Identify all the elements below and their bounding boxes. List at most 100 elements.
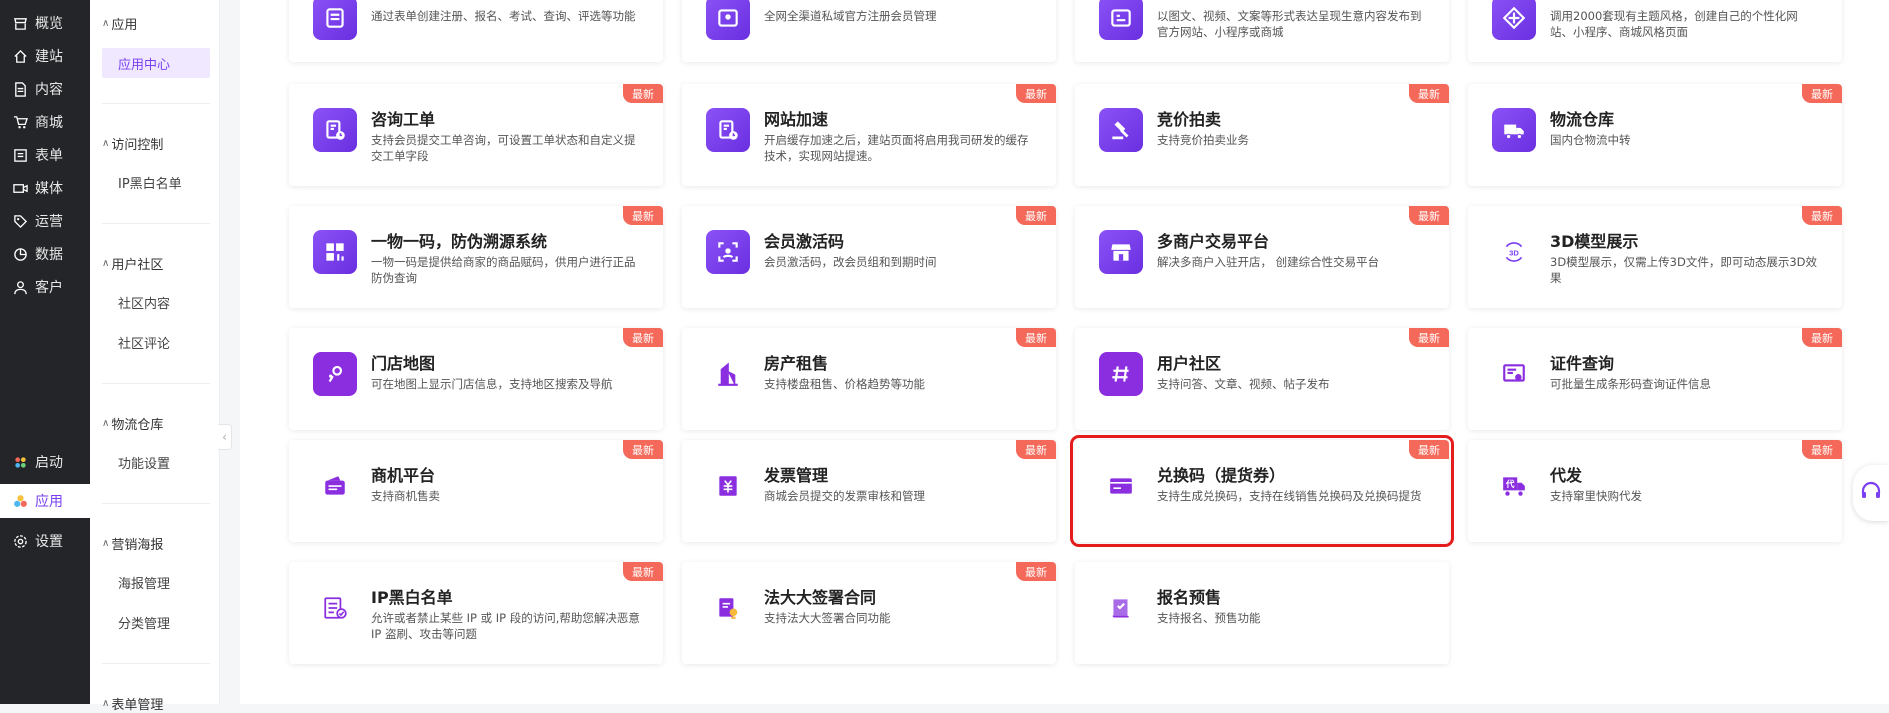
submenu-group[interactable]: ∧ 营销海报	[102, 534, 163, 553]
nav-item-form[interactable]: 表单	[0, 138, 90, 172]
app-card-fadada-contract[interactable]: 最新 法大大签署合同 支持法大大签署合同功能	[682, 562, 1056, 664]
form-icon	[313, 0, 357, 40]
nav-label: 表单	[35, 148, 63, 164]
card-description: 通过表单创建注册、报名、考试、查询、评选等功能	[371, 9, 636, 23]
nav-item-overview[interactable]: 概览	[0, 6, 90, 40]
delivery-icon: 代	[1492, 464, 1536, 508]
app-card[interactable]: 通过表单创建注册、报名、考试、查询、评选等功能	[289, 0, 663, 62]
customer-service-button[interactable]	[1853, 465, 1889, 521]
card-title: 会员激活码	[764, 232, 845, 251]
card-description: 3D模型展示，仅需上传3D文件，即可动态展示3D效果	[1550, 255, 1818, 285]
shop-icon	[1099, 230, 1143, 274]
card-description: 可批量生成条形码查询证件信息	[1550, 377, 1711, 391]
nav-label: 应用	[35, 494, 63, 510]
nav-label: 启动	[35, 455, 63, 471]
nav-item-launch[interactable]: 启动	[0, 445, 90, 479]
speed-icon	[706, 108, 750, 152]
sub-menu: ∧ 应用 应用中心 ∧ 访问控制 IP黑白名单 ∧ 用户社区 社区内容 社区评论 ∧ 物…	[90, 0, 220, 713]
submenu-group[interactable]: ∧ 物流仓库	[102, 414, 163, 433]
nav-label: 媒体	[35, 181, 63, 197]
submenu-item-category-manage[interactable]: 分类管理	[102, 607, 210, 637]
card-description: 商城会员提交的发票审核和管理	[764, 489, 925, 503]
card-description: 支持会员提交工单咨询，可设置工单状态和自定义提交工单字段	[371, 133, 636, 163]
app-card-store-map[interactable]: 最新 门店地图 可在地图上显示门店信息，支持地区搜索及导航	[289, 328, 663, 430]
nav-item-operation[interactable]: 运营	[0, 204, 90, 238]
submenu-item-function-settings[interactable]: 功能设置	[102, 447, 210, 477]
card-description: 支持竞价拍卖业务	[1157, 133, 1249, 147]
nav-item-mall[interactable]: 商城	[0, 105, 90, 139]
app-card-auction[interactable]: 最新 竞价拍卖 支持竞价拍卖业务	[1075, 84, 1449, 186]
card-title: 房产租售	[764, 354, 829, 373]
nav-label: 内容	[35, 82, 63, 98]
collapse-sidebar-button[interactable]: ‹	[218, 424, 232, 450]
app-card-business-opportunity[interactable]: 最新 商机平台 支持商机售卖	[289, 440, 663, 542]
divider	[102, 103, 210, 104]
submenu-item-app-center[interactable]: 应用中心	[102, 48, 210, 78]
card-title: 代发	[1550, 466, 1583, 485]
card-description: 支持报名、预售功能	[1157, 611, 1261, 625]
nav-item-data[interactable]: 数据	[0, 237, 90, 271]
new-badge: 最新	[1016, 440, 1056, 459]
form-icon	[12, 147, 28, 163]
app-card[interactable]: 以图文、视频、文案等形式表达呈现生意内容发布到官方网站、小程序或商城	[1075, 0, 1449, 62]
submenu-item-community-content[interactable]: 社区内容	[102, 287, 210, 317]
submenu-item-poster-manage[interactable]: 海报管理	[102, 567, 210, 597]
submenu-group[interactable]: ∧ 应用	[102, 14, 137, 33]
card-description: 可在地图上显示门店信息，支持地区搜索及导航	[371, 377, 613, 391]
nav-label: 数据	[35, 247, 63, 263]
card-description: 以图文、视频、文案等形式表达呈现生意内容发布到官方网站、小程序或商城	[1157, 9, 1422, 39]
chart-pie-icon	[12, 246, 28, 262]
app-card-logistics[interactable]: 最新 物流仓库 国内仓物流中转	[1468, 84, 1842, 186]
main-sidebar: 概览 建站 内容 商城 表单 媒体 运营 数据 客户 启动 应用 设置	[0, 0, 90, 704]
app-card-invoice[interactable]: 最新 发票管理 商城会员提交的发票审核和管理	[682, 440, 1056, 542]
submenu-item-community-comments[interactable]: 社区评论	[102, 327, 210, 357]
app-card-anti-counterfeit[interactable]: 最新 一物一码，防伪溯源系统 一物一码是提供给商家的商品赋码，供用户进行正品防伪…	[289, 206, 663, 308]
card-title: 3D模型展示	[1550, 232, 1639, 251]
card-description: 全网全渠道私域官方注册会员管理	[764, 9, 937, 23]
nav-item-settings[interactable]: 设置	[0, 524, 90, 558]
new-badge: 最新	[1016, 84, 1056, 103]
nav-item-content[interactable]: 内容	[0, 72, 90, 106]
submenu-group[interactable]: ∧ 访问控制	[102, 134, 163, 153]
chevron-up-icon: ∧	[102, 258, 110, 269]
app-card-member-activation[interactable]: 最新 会员激活码 会员激活码，改会员组和到期时间	[682, 206, 1056, 308]
app-card-real-estate[interactable]: 最新 房产租售 支持楼盘租售、价格趋势等功能	[682, 328, 1056, 430]
nav-label: 设置	[35, 534, 63, 550]
chevron-up-icon: ∧	[102, 538, 110, 549]
new-badge: 最新	[1409, 440, 1449, 459]
submenu-group[interactable]: ∧ 用户社区	[102, 254, 163, 273]
card-description: 国内仓物流中转	[1550, 133, 1631, 147]
nav-item-media[interactable]: 媒体	[0, 171, 90, 205]
app-card-user-community[interactable]: 最新 用户社区 支持问答、文章、视频、帖子发布	[1075, 328, 1449, 430]
nav-item-customer[interactable]: 客户	[0, 270, 90, 304]
card-title: 报名预售	[1157, 588, 1222, 607]
card-title: 用户社区	[1157, 354, 1222, 373]
divider	[102, 223, 210, 224]
new-badge: 最新	[1016, 328, 1056, 347]
book-icon	[1099, 586, 1143, 630]
app-card-multi-merchant[interactable]: 最新 多商户交易平台 解决多商户入驻开店， 创建综合性交易平台	[1075, 206, 1449, 308]
new-badge: 最新	[1409, 206, 1449, 225]
submenu-item-ip-list[interactable]: IP黑白名单	[102, 167, 210, 197]
app-card[interactable]: 调用2000套现有主题风格，创建自己的个性化网站、小程序、商城风格页面	[1468, 0, 1842, 62]
app-card-site-speed[interactable]: 最新 网站加速 开启缓存加速之后，建站页面将启用我司研发的缓存技术，实现网站提速…	[682, 84, 1056, 186]
card-title: 咨询工单	[371, 110, 436, 129]
card-description: 允许或者禁止某些 IP 或 IP 段的访问,帮助您解决恶意 IP 盗刷、攻击等问…	[371, 611, 640, 641]
app-card-3d-model[interactable]: 最新 3D 3D模型展示 3D模型展示，仅需上传3D文件，即可动态展示3D效果	[1468, 206, 1842, 308]
card-description: 开启缓存加速之后，建站页面将启用我司研发的缓存技术，实现网站提速。	[764, 133, 1029, 163]
app-card-registration-presale[interactable]: 报名预售 支持报名、预售功能	[1075, 562, 1449, 664]
3d-icon: 3D	[1492, 230, 1536, 274]
app-card-dropship[interactable]: 最新 代 代发 支持窜里快购代发	[1468, 440, 1842, 542]
app-card-redeem-code[interactable]: 最新 兑换码（提货券） 支持生成兑换码，支持在线销售兑换码及兑换码提货	[1070, 435, 1454, 547]
scan-icon	[706, 230, 750, 274]
app-card-certificate[interactable]: 最新 证件查询 可批量生成条形码查询证件信息	[1468, 328, 1842, 430]
app-card-consult-ticket[interactable]: 最新 咨询工单 支持会员提交工单咨询，可设置工单状态和自定义提交工单字段	[289, 84, 663, 186]
app-card[interactable]: 全网全渠道私域官方注册会员管理	[682, 0, 1056, 62]
new-badge: 最新	[1802, 84, 1842, 103]
video-icon	[12, 180, 28, 196]
app-card-ip-list[interactable]: 最新 IP黑白名单 允许或者禁止某些 IP 或 IP 段的访问,帮助您解决恶意 …	[289, 562, 663, 664]
divider	[102, 663, 210, 664]
nav-item-apps[interactable]: 应用	[0, 484, 90, 518]
user-icon	[12, 279, 28, 295]
nav-item-build[interactable]: 建站	[0, 39, 90, 73]
